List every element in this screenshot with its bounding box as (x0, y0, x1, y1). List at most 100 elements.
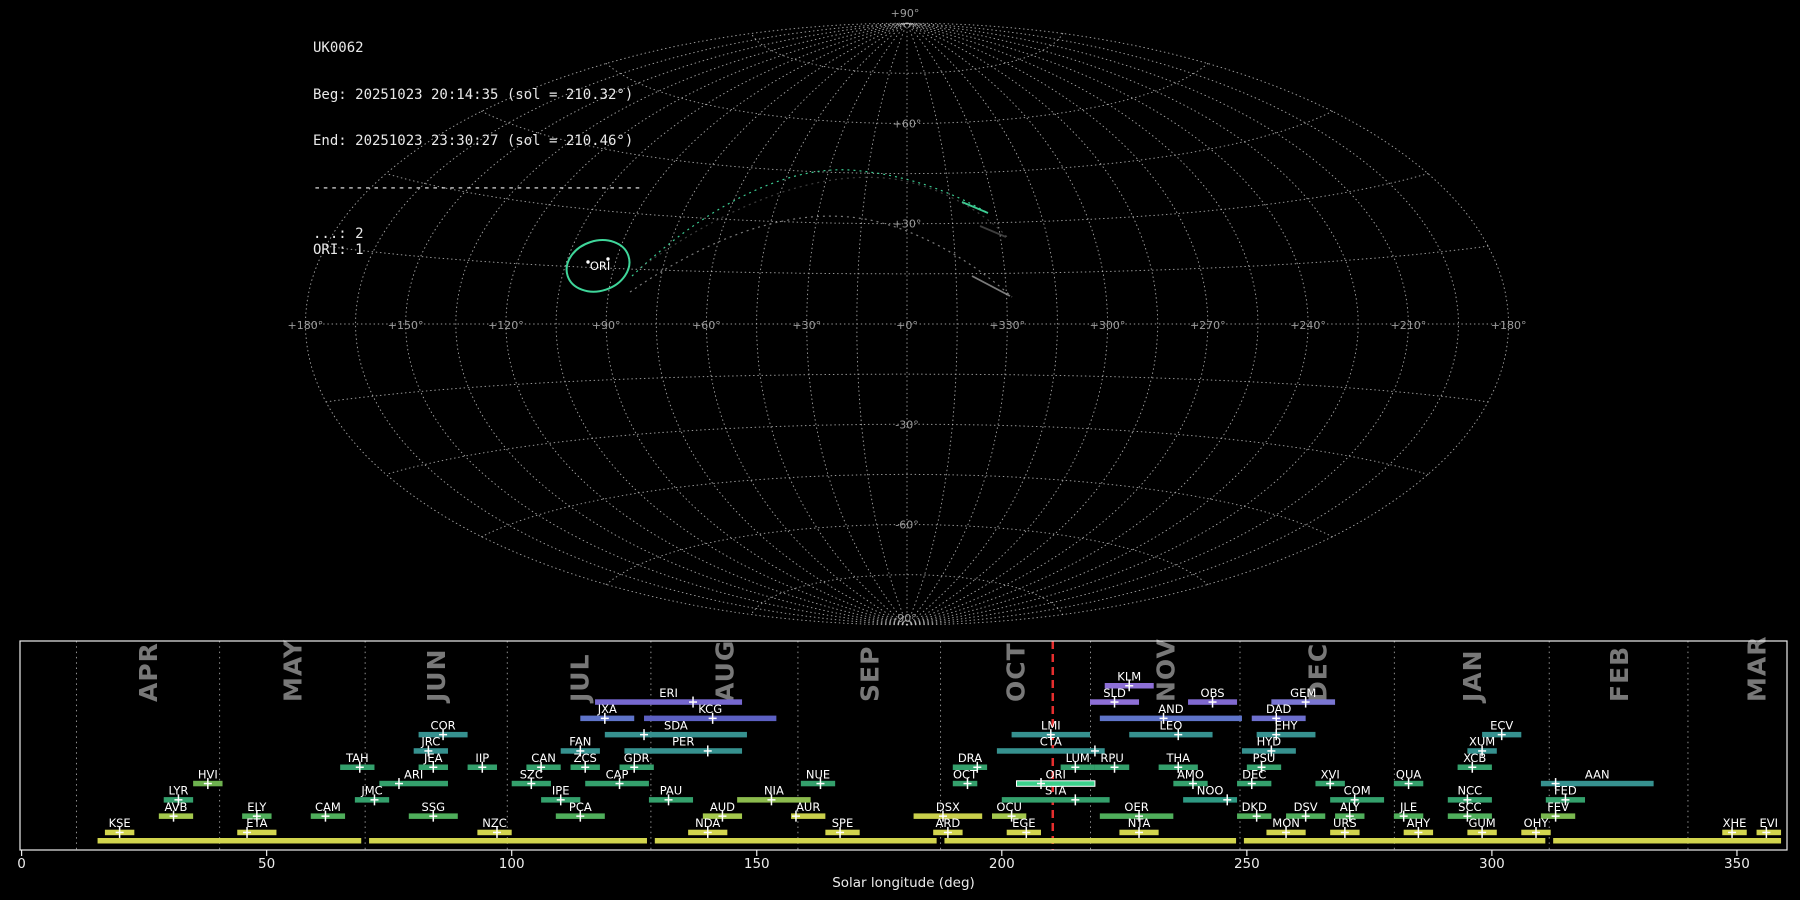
graticule-meridian (907, 23, 1408, 625)
shower-label: EHY (1275, 718, 1299, 732)
meteor-track-dotted (632, 170, 986, 276)
lat-tick-label: +60° (893, 117, 922, 130)
observation-info-panel: UK0062 Beg: 20251023 20:14:35 (sol = 210… (313, 10, 642, 289)
shower-label: LEO (1160, 718, 1183, 732)
shower-label: NTA (1128, 816, 1151, 830)
shower-label: PER (672, 735, 694, 749)
shower-label: ETA (246, 816, 267, 830)
shower-label: DAD (1266, 702, 1292, 716)
shower-label: AMO (1177, 767, 1204, 781)
shower-label: CAN (531, 751, 556, 765)
month-label: JAN (1458, 649, 1487, 704)
x-tick-label: 350 (1724, 856, 1750, 872)
month-label: OCT (1002, 642, 1031, 702)
shower-bar (379, 781, 448, 787)
month-label: APR (134, 642, 163, 702)
x-tick-label: 300 (1479, 856, 1505, 872)
shower-label: SZC (520, 767, 543, 781)
shower-label: GUM (1468, 816, 1495, 830)
shower-label: COM (1344, 784, 1371, 798)
shower-label: AVB (165, 800, 188, 814)
lon-tick-label: +180° (288, 319, 324, 332)
base-activity-bar (655, 838, 937, 844)
shower-label: LUM (1066, 751, 1090, 765)
base-activity-bar (369, 838, 647, 844)
graticule-parallel (606, 64, 1208, 124)
x-tick-label: 0 (17, 856, 26, 872)
month-label: MAY (279, 639, 308, 702)
shower-label: URS (1333, 816, 1357, 830)
lon-tick-label: +270° (1190, 319, 1226, 332)
separator: --------------------------------------- (313, 181, 642, 197)
shower-label: NZC (482, 816, 507, 830)
lon-tick-label: +180° (1491, 319, 1527, 332)
month-label: SEP (855, 646, 884, 702)
station-code: UK0062 (313, 41, 642, 57)
shower-label: NUE (806, 767, 830, 781)
shower-label: AND (1158, 702, 1183, 716)
shower-label: LMI (1041, 718, 1061, 732)
shower-label: XUM (1469, 735, 1495, 749)
x-tick-label: 150 (744, 856, 770, 872)
x-axis-label: Solar longitude (deg) (832, 875, 975, 891)
shower-label: AHY (1407, 816, 1432, 830)
shower-label: ARI (404, 767, 423, 781)
shower-label: TAH (345, 751, 369, 765)
shower-label: FEV (1547, 800, 1569, 814)
shower-label: XVI (1321, 767, 1340, 781)
shower-label: SPE (832, 816, 854, 830)
month-label: AUG (710, 640, 739, 702)
lon-tick-label: +90° (592, 319, 621, 332)
shower-label: JMC (360, 784, 382, 798)
base-activity-bar (98, 838, 362, 844)
pole-label-north: +90° (891, 7, 920, 20)
shower-label: ECV (1490, 718, 1513, 732)
shower-label: AAN (1585, 767, 1610, 781)
shower-label: XHE (1723, 816, 1747, 830)
shower-label: QUA (1396, 767, 1421, 781)
shower-label: DEC (1242, 767, 1266, 781)
shower-label: ALY (1340, 800, 1361, 814)
shower-label: IIP (475, 751, 489, 765)
shower-label: AUR (796, 800, 820, 814)
shower-label: KSE (109, 816, 131, 830)
session-end: End: 20251023 23:30:27 (sol = 210.46°) (313, 134, 642, 150)
shower-label: CAM (315, 800, 341, 814)
meteor-count-line: ...: 2 (313, 227, 642, 243)
shower-label: ORI (1045, 767, 1065, 781)
shower-label: MON (1272, 816, 1300, 830)
shower-label: SSG (422, 800, 446, 814)
shower-label: OCT (953, 767, 978, 781)
shower-label: KCG (698, 702, 722, 716)
shower-label: NDA (695, 816, 720, 830)
shower-label: SLD (1103, 686, 1126, 700)
lon-tick-label: +330° (989, 319, 1025, 332)
x-tick-label: 200 (989, 856, 1015, 872)
shower-label: CTA (1040, 735, 1062, 749)
shower-label: HYD (1257, 735, 1282, 749)
meteor-track-solid (962, 202, 988, 213)
month-label: MAR (1743, 636, 1772, 702)
lat-tick-label: -60° (895, 519, 918, 532)
graticule-meridian (907, 23, 1057, 625)
base-activity-bar (1553, 838, 1781, 844)
x-tick-label: 50 (258, 856, 275, 872)
x-tick-label: 250 (1234, 856, 1260, 872)
shower-label: CAP (606, 767, 629, 781)
meteor-count-line: ORI: 1 (313, 243, 642, 259)
shower-label: FAN (569, 735, 591, 749)
shower-label: STA (1045, 784, 1066, 798)
shower-label: SCC (1458, 800, 1481, 814)
shower-label: DSX (936, 800, 960, 814)
shower-label: NOO (1197, 784, 1224, 798)
shower-label: JXA (597, 702, 617, 716)
shower-activity-chart: APRMAYJUNJULAUGSEPOCTNOVDECJANFEBMARKLME… (17, 636, 1787, 891)
shower-label: NCC (1458, 784, 1483, 798)
meteor-track-solid (972, 276, 1010, 296)
shower-label: IPE (552, 784, 570, 798)
lon-tick-label: +150° (388, 319, 424, 332)
shower-label: PSU (1253, 751, 1276, 765)
shower-label: JRC (420, 735, 440, 749)
shower-label: HVI (198, 767, 218, 781)
base-activity-bar (944, 838, 1236, 844)
